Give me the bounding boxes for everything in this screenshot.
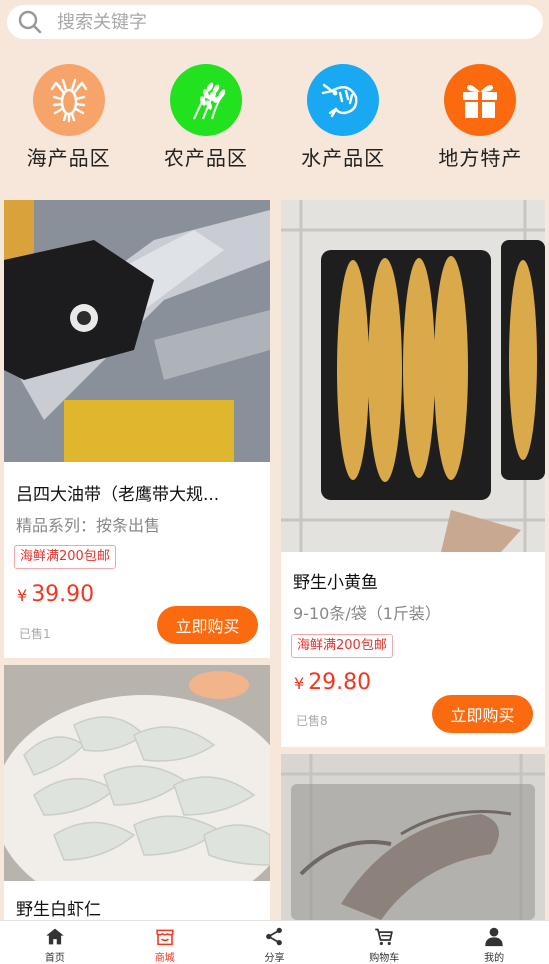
tab-label: 我的 bbox=[484, 953, 505, 964]
wheat-icon bbox=[169, 64, 242, 136]
tab-home[interactable]: 首页 bbox=[0, 921, 110, 964]
tab-label: 购物车 bbox=[369, 953, 400, 964]
shrimp-icon bbox=[307, 64, 380, 136]
category-local-specialty[interactable]: 地方特产 bbox=[412, 44, 549, 196]
buy-now-button[interactable]: 立即购买 bbox=[432, 695, 533, 733]
share-icon bbox=[266, 927, 283, 946]
category-label: 海产品区 bbox=[26, 146, 111, 170]
category-agriculture[interactable]: 农产品区 bbox=[137, 44, 274, 196]
category-label: 地方特产 bbox=[438, 146, 523, 170]
price-value: 29.80 bbox=[308, 670, 372, 695]
home-icon bbox=[46, 928, 64, 945]
currency-symbol: ¥ bbox=[17, 586, 28, 605]
buy-now-button[interactable]: 立即购买 bbox=[157, 606, 258, 644]
search-bar bbox=[0, 0, 549, 44]
search-icon bbox=[17, 9, 43, 35]
category-seafood[interactable]: 海产品区 bbox=[0, 44, 137, 196]
price-value: 39.90 bbox=[31, 582, 95, 607]
category-aquatic[interactable]: 水产品区 bbox=[275, 44, 412, 196]
shop-icon bbox=[156, 929, 174, 946]
product-price: ¥29.80 bbox=[294, 670, 371, 695]
promo-tag: 海鲜满200包邮 bbox=[14, 545, 116, 569]
search-input[interactable] bbox=[57, 11, 497, 33]
promo-tag: 海鲜满200包邮 bbox=[291, 634, 393, 658]
gift-icon bbox=[444, 64, 517, 136]
sold-count: 已售8 bbox=[296, 714, 328, 728]
user-icon bbox=[485, 927, 503, 947]
product-title: 野生小黄鱼 bbox=[293, 573, 378, 593]
category-label: 水产品区 bbox=[301, 146, 386, 170]
product-card[interactable]: 野生小黄鱼 9-10条/袋（1斤装） 海鲜满200包邮 ¥29.80 已售8 立… bbox=[281, 200, 545, 747]
product-title: 野生白虾仁 bbox=[16, 900, 101, 920]
product-subtitle: 精品系列：按条出售 bbox=[16, 516, 161, 535]
product-card[interactable]: 吕四大油带（老鹰带大规... 精品系列：按条出售 海鲜满200包邮 ¥39.90… bbox=[4, 200, 270, 658]
sold-count: 已售1 bbox=[19, 627, 51, 641]
product-subtitle: 9-10条/袋（1斤装） bbox=[293, 604, 441, 623]
product-card[interactable]: 野生白虾仁 bbox=[4, 665, 270, 920]
search-box[interactable] bbox=[7, 5, 543, 39]
product-image bbox=[281, 200, 545, 552]
product-image bbox=[4, 665, 270, 881]
product-price: ¥39.90 bbox=[17, 582, 94, 607]
bottom-tab-bar: 首页 商城 分享 购物车 我的 bbox=[0, 920, 549, 964]
tab-label: 首页 bbox=[44, 953, 65, 964]
tab-profile[interactable]: 我的 bbox=[439, 921, 549, 964]
lobster-icon bbox=[32, 64, 105, 136]
product-image bbox=[281, 754, 545, 920]
tab-share[interactable]: 分享 bbox=[220, 921, 330, 964]
tab-cart[interactable]: 购物车 bbox=[329, 921, 439, 964]
product-card[interactable] bbox=[281, 754, 545, 920]
product-title: 吕四大油带（老鹰带大规... bbox=[16, 485, 220, 505]
cart-icon bbox=[375, 928, 394, 946]
currency-symbol: ¥ bbox=[294, 674, 305, 693]
product-image bbox=[4, 200, 270, 462]
tab-label: 分享 bbox=[264, 953, 285, 964]
category-nav: 海产品区 农产品区 水产品区 地方特产 bbox=[0, 44, 549, 196]
tab-label: 商城 bbox=[154, 953, 175, 964]
tab-shop[interactable]: 商城 bbox=[110, 921, 220, 964]
category-label: 农产品区 bbox=[163, 146, 248, 170]
